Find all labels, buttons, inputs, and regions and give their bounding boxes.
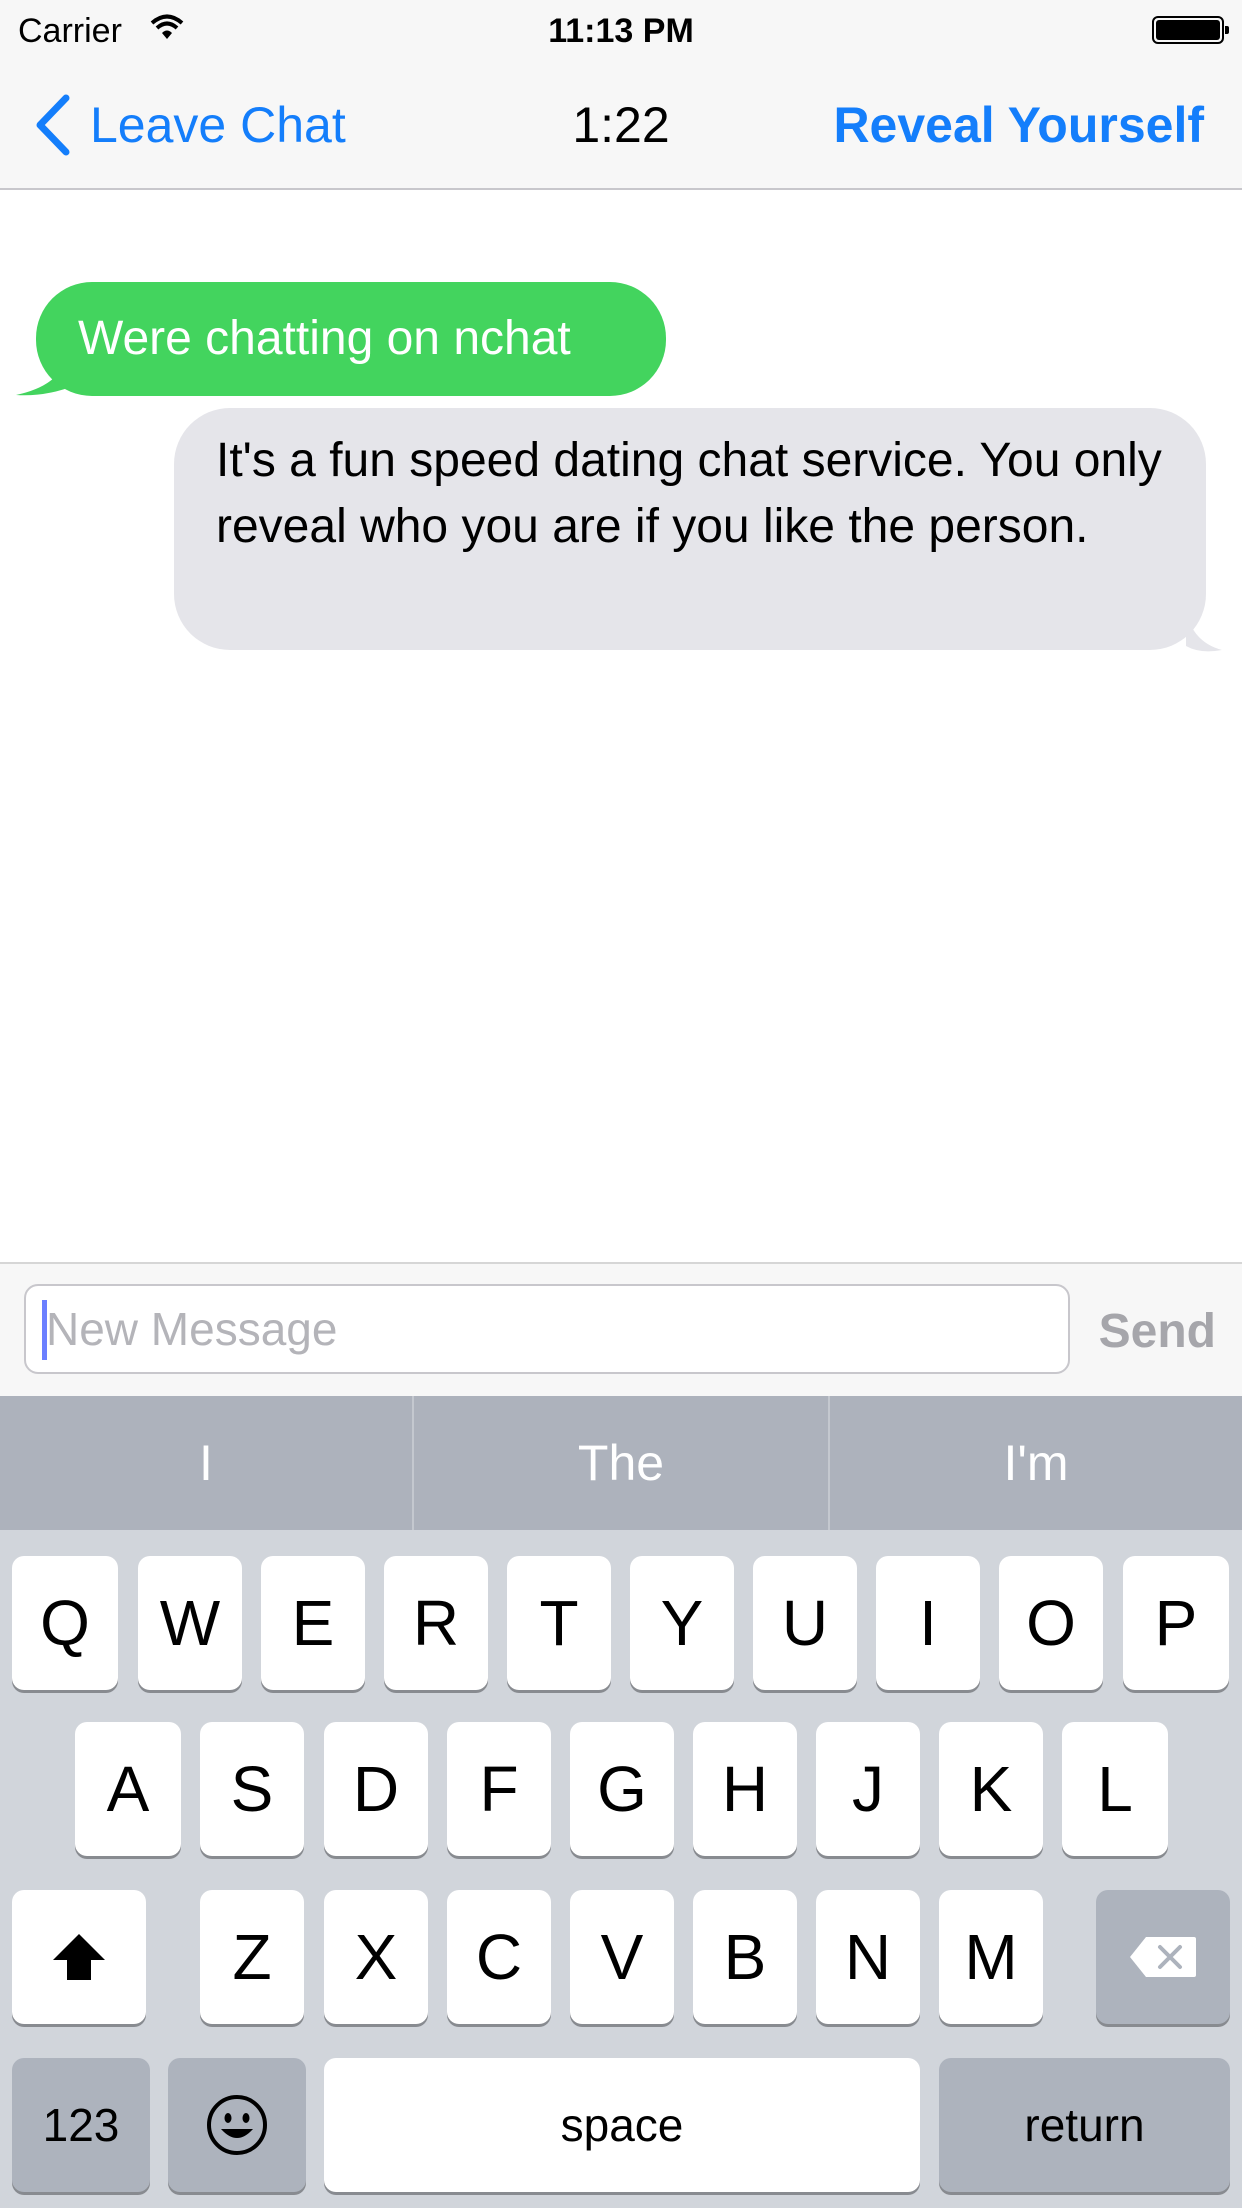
message-bubble-sent: Were chatting on nchat xyxy=(36,282,666,396)
delete-key[interactable] xyxy=(1096,1890,1230,2024)
key-w[interactable]: W xyxy=(138,1556,242,1690)
key-z[interactable]: Z xyxy=(200,1890,304,2024)
key-b[interactable]: B xyxy=(693,1890,797,2024)
key-v[interactable]: V xyxy=(570,1890,674,2024)
key-a[interactable]: A xyxy=(75,1722,181,1856)
key-j[interactable]: J xyxy=(816,1722,920,1856)
suggestion-item[interactable]: I xyxy=(0,1396,412,1530)
key-x[interactable]: X xyxy=(324,1890,428,2024)
delete-icon xyxy=(1130,1937,1196,1977)
key-d[interactable]: D xyxy=(324,1722,428,1856)
key-k[interactable]: K xyxy=(939,1722,1043,1856)
key-q[interactable]: Q xyxy=(12,1556,118,1690)
key-r[interactable]: R xyxy=(384,1556,488,1690)
suggestion-item[interactable]: The xyxy=(414,1396,828,1530)
send-button[interactable]: Send xyxy=(1099,1304,1216,1359)
reveal-yourself-button[interactable]: Reveal Yourself xyxy=(833,96,1204,154)
key-u[interactable]: U xyxy=(753,1556,857,1690)
key-h[interactable]: H xyxy=(693,1722,797,1856)
shift-icon xyxy=(53,1934,105,1980)
key-s[interactable]: S xyxy=(200,1722,304,1856)
key-g[interactable]: G xyxy=(570,1722,674,1856)
predictive-bar: I The I'm xyxy=(0,1396,1242,1530)
key-m[interactable]: M xyxy=(939,1890,1043,2024)
navigation-bar: Leave Chat 1:22 Reveal Yourself xyxy=(0,62,1242,190)
emoji-key[interactable] xyxy=(168,2058,306,2192)
return-key[interactable]: return xyxy=(939,2058,1230,2192)
emoji-icon xyxy=(207,2095,267,2155)
key-l[interactable]: L xyxy=(1062,1722,1168,1856)
message-bubble-received: It's a fun speed dating chat service. Yo… xyxy=(174,408,1206,650)
status-time: 11:13 PM xyxy=(548,12,694,50)
suggestion-item[interactable]: I'm xyxy=(830,1396,1242,1530)
key-y[interactable]: Y xyxy=(630,1556,734,1690)
keyboard: I The I'm Q W E R T Y U I O P A S D F G … xyxy=(0,1396,1242,2208)
key-n[interactable]: N xyxy=(816,1890,920,2024)
key-p[interactable]: P xyxy=(1123,1556,1229,1690)
key-e[interactable]: E xyxy=(261,1556,365,1690)
key-f[interactable]: F xyxy=(447,1722,551,1856)
new-message-input[interactable] xyxy=(24,1284,1070,1374)
key-o[interactable]: O xyxy=(999,1556,1103,1690)
text-caret xyxy=(42,1300,47,1360)
space-key[interactable]: space xyxy=(324,2058,920,2192)
key-c[interactable]: C xyxy=(447,1890,551,2024)
status-bar: Carrier 11:13 PM xyxy=(0,0,1242,62)
key-i[interactable]: I xyxy=(876,1556,980,1690)
battery-icon xyxy=(1152,16,1229,44)
message-composer: Send xyxy=(0,1262,1242,1396)
numbers-key[interactable]: 123 xyxy=(12,2058,150,2192)
key-t[interactable]: T xyxy=(507,1556,611,1690)
shift-key[interactable] xyxy=(12,1890,146,2024)
